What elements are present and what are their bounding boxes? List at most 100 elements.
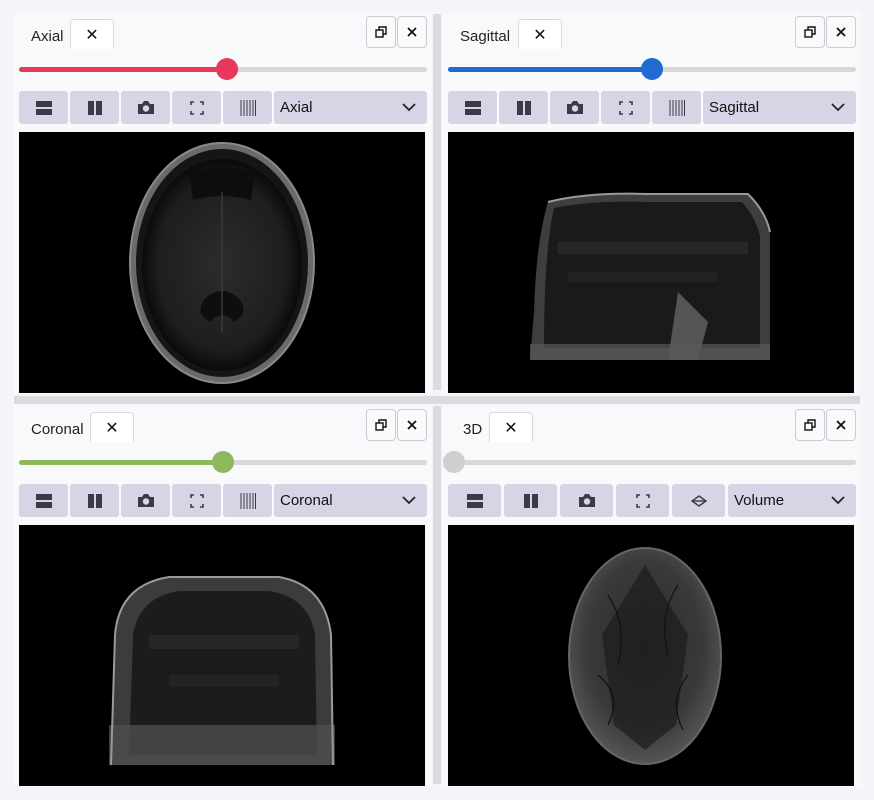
columns-layout-button[interactable] — [70, 91, 119, 124]
rows-layout-button[interactable] — [448, 484, 501, 517]
axial-viewport[interactable] — [19, 132, 425, 393]
restore-window-icon — [804, 26, 816, 38]
axis-icon — [690, 494, 707, 507]
slider-thumb[interactable] — [212, 451, 234, 473]
slider-thumb[interactable] — [443, 451, 465, 473]
volume-viewport[interactable] — [448, 525, 854, 786]
rows-layout-button[interactable] — [19, 484, 68, 517]
tab-sagittal-close-button[interactable]: ✕ — [518, 19, 562, 49]
tab-sagittal-label[interactable]: Sagittal — [460, 28, 510, 45]
coronal-viewport[interactable] — [19, 525, 425, 786]
panel-toolbar: Volume — [448, 484, 856, 518]
slice-slider[interactable] — [443, 451, 856, 473]
camera-icon — [137, 494, 154, 507]
view-select[interactable]: Sagittal — [703, 91, 856, 124]
view-select[interactable]: Volume — [728, 484, 856, 517]
slice-slider[interactable] — [19, 58, 427, 80]
rows-layout-icon — [35, 493, 52, 508]
coronal-mri-image — [109, 576, 335, 766]
tab-axial-label[interactable]: Axial — [31, 28, 64, 45]
tab-3d-label[interactable]: 3D — [463, 421, 482, 438]
panel-toolbar: Axial — [19, 91, 427, 125]
chevron-down-icon — [831, 103, 845, 112]
panel-toolbar: Coronal — [19, 484, 427, 518]
screenshot-button[interactable] — [550, 91, 599, 124]
vertical-splitter[interactable] — [433, 14, 441, 390]
tab-coronal-label[interactable]: Coronal — [31, 421, 84, 438]
panel-toolbar: Sagittal — [448, 91, 856, 125]
slices-icon — [240, 492, 256, 509]
tab-coronal-close-button[interactable]: ✕ — [90, 412, 134, 442]
close-icon: ✕ — [533, 26, 547, 44]
sagittal-viewport[interactable] — [448, 132, 854, 393]
restore-window-button[interactable] — [795, 16, 825, 48]
close-panel-button[interactable] — [826, 409, 856, 441]
columns-layout-icon — [87, 100, 102, 115]
chevron-down-icon — [402, 496, 416, 505]
restore-window-button[interactable] — [366, 409, 396, 441]
slices-button[interactable] — [223, 484, 272, 517]
panel-sagittal: Sagittal ✕ Sagittal — [443, 12, 861, 394]
screenshot-button[interactable] — [121, 484, 170, 517]
fullscreen-button[interactable] — [172, 484, 221, 517]
view-select-value: Sagittal — [709, 99, 760, 116]
columns-layout-button[interactable] — [70, 484, 119, 517]
rows-layout-button[interactable] — [19, 91, 68, 124]
rows-layout-icon — [466, 493, 483, 508]
close-panel-button[interactable] — [397, 409, 427, 441]
view-select-value: Coronal — [280, 492, 333, 509]
camera-icon — [578, 494, 595, 507]
slices-button[interactable] — [652, 91, 701, 124]
columns-layout-icon — [516, 100, 531, 115]
close-panel-button[interactable] — [826, 16, 856, 48]
view-select[interactable]: Coronal — [274, 484, 427, 517]
view-select-value: Volume — [734, 492, 785, 509]
chevron-down-icon — [402, 103, 416, 112]
close-panel-button[interactable] — [397, 16, 427, 48]
view-select[interactable]: Axial — [274, 91, 427, 124]
close-icon — [407, 420, 417, 430]
rows-layout-icon — [464, 100, 481, 115]
close-icon — [836, 420, 846, 430]
volume-render-image — [568, 547, 722, 765]
fullscreen-button[interactable] — [616, 484, 669, 517]
screenshot-button[interactable] — [560, 484, 613, 517]
tab-3d-close-button[interactable]: ✕ — [489, 412, 533, 442]
chevron-down-icon — [831, 496, 845, 505]
axis-button[interactable] — [672, 484, 725, 517]
columns-layout-button[interactable] — [499, 91, 548, 124]
rows-layout-button[interactable] — [448, 91, 497, 124]
fullscreen-button[interactable] — [172, 91, 221, 124]
slice-slider[interactable] — [19, 451, 427, 473]
horizontal-splitter[interactable] — [14, 396, 860, 404]
fullscreen-icon — [189, 493, 204, 508]
columns-layout-icon — [87, 493, 102, 508]
restore-window-icon — [375, 419, 387, 431]
rows-layout-icon — [35, 100, 52, 115]
slices-button[interactable] — [223, 91, 272, 124]
tab-axial-close-button[interactable]: ✕ — [70, 19, 114, 49]
close-icon: ✕ — [105, 419, 119, 437]
slider-thumb[interactable] — [641, 58, 663, 80]
panel-coronal: Coronal ✕ Coronal — [14, 405, 432, 787]
fullscreen-button[interactable] — [601, 91, 650, 124]
screenshot-button[interactable] — [121, 91, 170, 124]
close-icon — [836, 27, 846, 37]
columns-layout-icon — [523, 493, 538, 508]
restore-window-button[interactable] — [795, 409, 825, 441]
slice-slider[interactable] — [448, 58, 856, 80]
fullscreen-icon — [618, 100, 633, 115]
vertical-splitter-bottom[interactable] — [433, 406, 441, 784]
restore-window-icon — [375, 26, 387, 38]
slider-thumb[interactable] — [216, 58, 239, 80]
restore-window-icon — [804, 419, 816, 431]
close-icon: ✕ — [85, 26, 99, 44]
panel-axial: Axial ✕ Axial — [14, 12, 432, 394]
camera-icon — [566, 101, 583, 114]
sagittal-mri-image — [530, 192, 771, 360]
columns-layout-button[interactable] — [504, 484, 557, 517]
axial-mri-image — [129, 142, 315, 384]
slices-icon — [669, 99, 685, 116]
restore-window-button[interactable] — [366, 16, 396, 48]
fullscreen-icon — [635, 493, 650, 508]
